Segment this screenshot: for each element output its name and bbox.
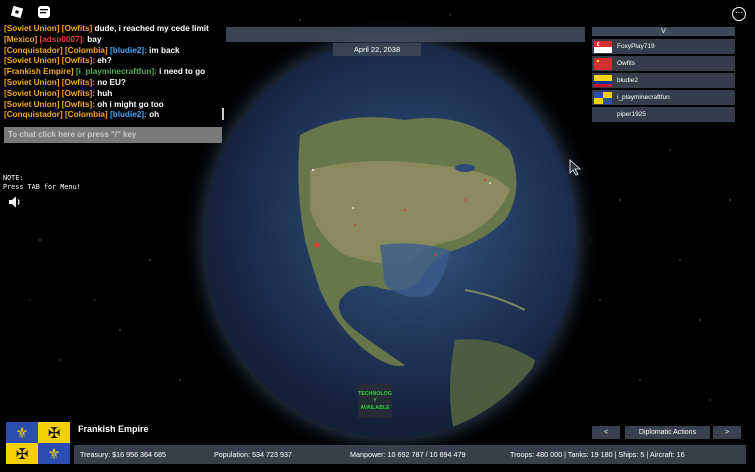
chat-message: [Soviet Union] [Owfits] dude, i reached …: [4, 24, 224, 35]
chat-team: [i_playminecraftfun]:: [75, 67, 160, 77]
chat-player: [bludie2]:: [109, 110, 150, 120]
chat-text: eh?: [97, 56, 112, 66]
chat-player: [bludie2]:: [109, 45, 150, 55]
chat-message: [Soviet Union] [Owfits]: no EU?: [4, 78, 224, 89]
chat-toggle-icon[interactable]: [37, 5, 51, 19]
chat-text: huh: [97, 88, 113, 98]
note-text: Press TAB for Menu!: [3, 182, 81, 191]
population-stat: Population: 534 723 937: [214, 450, 292, 459]
diplomacy-prev-button[interactable]: <: [592, 426, 620, 439]
chat-scrollbar[interactable]: [222, 108, 224, 120]
chat-team: [Owfits]:: [61, 99, 98, 109]
red-white-crescent-flag-icon: [594, 40, 612, 53]
chat-tag: [Conquistador]: [4, 110, 65, 120]
military-stat: Troops: 480 000 | Tanks: 19 180 | Ships:…: [510, 450, 685, 459]
chat-message: [Soviet Union] [Owfits]: eh?: [4, 56, 224, 67]
player-name: Owfits: [617, 60, 636, 67]
chat-tag: [Soviet Union]: [4, 56, 62, 66]
chat-tag: [Soviet Union]: [4, 77, 62, 87]
country-stats-bar: Treasury: $16 956 364 685 Population: 53…: [74, 445, 746, 464]
note-title: NOTE:: [3, 174, 24, 182]
empty-flag-slot: [594, 109, 612, 121]
treasury-stat: Treasury: $16 956 364 685: [80, 450, 167, 459]
player-name: FoxyPlay719: [617, 43, 655, 50]
chat-team: [Colombia]: [64, 45, 110, 55]
chat-message: [Mexico] [adso0007]: bay: [4, 35, 224, 46]
player-row[interactable]: piper1925: [592, 107, 735, 122]
chat-message: [Soviet Union] [Owfits]: huh: [4, 89, 224, 100]
chat-tag: [Soviet Union]: [4, 88, 62, 98]
chat-tag: [Mexico]: [4, 34, 40, 44]
top-status-strip: [226, 27, 585, 42]
player-row[interactable]: i_playminecraftfun: [592, 90, 735, 105]
player-name: piper1925: [617, 111, 646, 118]
player-row[interactable]: Owfits: [592, 56, 735, 71]
chat-team: [Colombia]: [64, 110, 110, 120]
frankish-flag-icon: [594, 91, 612, 104]
red-star-flag-icon: [594, 57, 612, 70]
chat-team: [Owfits]:: [61, 77, 98, 87]
svg-text:⚜: ⚜: [15, 424, 28, 442]
chat-tag: [Frankish Empire]: [4, 67, 76, 77]
frankish-empire-flag: ⚜ ✠ ✠ ⚜: [6, 422, 70, 464]
menu-note: NOTE: Press TAB for Menu!: [3, 174, 81, 191]
chat-tag: [Conquistador]: [4, 45, 65, 55]
chat-team: [Owfits]: [61, 24, 95, 33]
roblox-logo-icon[interactable]: [10, 5, 24, 19]
svg-text:⚜: ⚜: [47, 445, 60, 463]
colombia-flag-icon: [594, 74, 612, 87]
player-name: i_playminecraftfun: [617, 94, 670, 101]
chat-team: [adso0007]:: [39, 34, 88, 44]
chat-text: oh i might go too: [97, 99, 164, 109]
chat-message: [Frankish Empire] [i_playminecraftfun]: …: [4, 67, 224, 78]
country-name: Frankish Empire: [78, 424, 149, 434]
chat-tag: [Soviet Union]: [4, 99, 62, 109]
chat-text: i need to go: [159, 67, 206, 77]
chat-text: oh: [149, 110, 160, 120]
player-list: V FoxyPlay719 Owfits bludie2 i_playminec…: [592, 27, 735, 124]
chat-text: no EU?: [97, 77, 126, 87]
game-date: April 22, 2038: [333, 43, 421, 56]
svg-text:✠: ✠: [16, 445, 29, 463]
chat-tag: [Soviet Union]: [4, 24, 62, 33]
more-menu-icon[interactable]: ⋯: [732, 7, 746, 21]
chat-text: im back: [149, 45, 180, 55]
chat-text: bay: [87, 34, 102, 44]
player-name: bludie2: [617, 77, 638, 84]
diplomatic-actions-button[interactable]: Diplomatic Actions: [625, 426, 710, 439]
player-list-header[interactable]: V: [592, 27, 735, 36]
chat-team: [Owfits]:: [61, 56, 98, 66]
chat-log: [Soviet Union] [Owfits] dude, i reached …: [4, 24, 224, 121]
speaker-icon[interactable]: [8, 195, 22, 209]
chat-team: [Owfits]:: [61, 88, 98, 98]
technology-available-button[interactable]: TECHNOLOG Y AVAILABLE: [358, 384, 392, 418]
manpower-stat: Manpower: 10 692 787 / 10 694 479: [350, 450, 466, 459]
chat-message: [Conquistador] [Colombia] [bludie2]: im …: [4, 46, 224, 57]
chat-message: [Soviet Union] [Owfits]: oh i might go t…: [4, 100, 224, 111]
chat-message: [Conquistador] [Colombia] [bludie2]: oh: [4, 110, 224, 121]
chat-input[interactable]: To chat click here or press "/" key: [4, 127, 222, 143]
chat-text: dude, i reached my cede limit: [94, 24, 209, 33]
earth-globe[interactable]: [205, 40, 577, 438]
diplomacy-next-button[interactable]: >: [713, 426, 741, 439]
player-row[interactable]: FoxyPlay719: [592, 39, 735, 54]
svg-text:✠: ✠: [48, 424, 61, 442]
player-row[interactable]: bludie2: [592, 73, 735, 88]
